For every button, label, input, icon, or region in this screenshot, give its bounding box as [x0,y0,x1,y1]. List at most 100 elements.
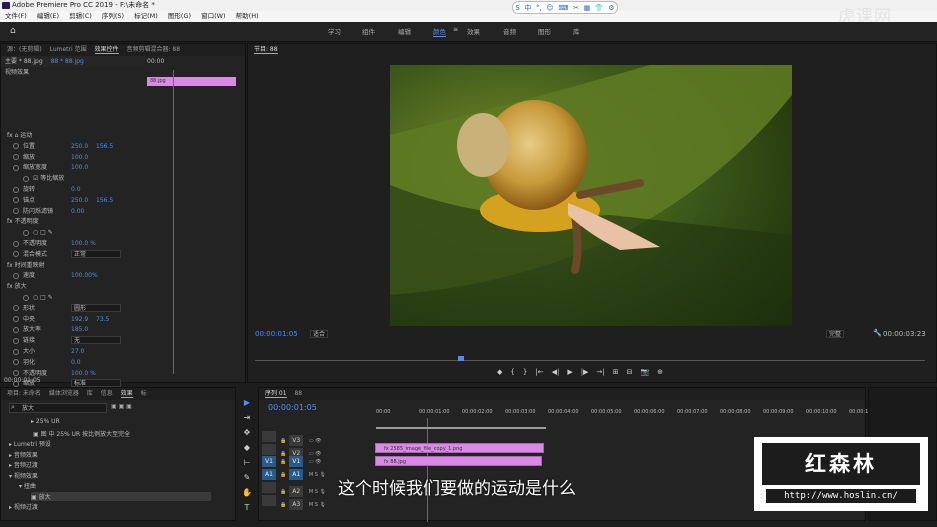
stopwatch-icon[interactable] [23,294,29,301]
effects-tree-item[interactable]: ▣ 放大 [31,491,211,501]
effect-row[interactable]: ☑ 等比缩放 [1,174,64,185]
effect-row[interactable]: 不透明度 100.0 % [1,239,96,250]
effect-row[interactable]: fx 时间重映射 [1,261,45,272]
lock-icon[interactable]: 🔒 [280,459,286,465]
master-source[interactable]: 主要 * 88.jpg [5,58,43,65]
stopwatch-icon[interactable] [13,154,19,161]
effect-value-2[interactable]: 156.5 [96,142,113,153]
track-name[interactable]: V1 [289,456,304,468]
effect-value-1[interactable]: 250.0 [71,142,88,153]
ime-scissors-icon[interactable]: ✂ [573,4,579,12]
effect-value-1[interactable]: 192.9 [71,315,88,326]
tab-effect-controls[interactable]: 效果控件 [94,46,119,54]
workspace-tab-assembly[interactable]: 组件 [362,26,375,36]
menu-window[interactable]: 窗口(W) [201,11,226,22]
effect-value-1[interactable]: 0.0 [71,358,81,369]
effect-row[interactable]: 缩放宽度 100.0 [1,163,88,174]
effect-value-1[interactable]: 250.0 [71,196,88,207]
play-icon[interactable]: ▶ [567,368,572,380]
ime-lang-toggle[interactable]: 中 [524,3,531,13]
effect-row[interactable]: 缩放 100.0 [1,153,88,164]
effect-value-1[interactable]: 27.0 [71,347,84,358]
tab-media-browser[interactable]: 媒体浏览器 [49,390,79,397]
effect-value-1[interactable]: 100.00% [71,271,98,282]
tab-libraries[interactable]: 库 [87,390,93,397]
tab-info[interactable]: 信息 [101,390,113,397]
ime-keyboard-icon[interactable]: ⌨ [558,4,568,12]
ec-timecode[interactable]: 00:00:01:05 [4,377,41,384]
effect-value-1[interactable]: 0.0 [71,185,81,196]
effect-row[interactable]: ○ □ ✎ [1,228,53,239]
ime-punct-icon[interactable]: °, [536,4,542,12]
effects-tree-item[interactable]: ▣ 图 中 25% UR 按比例放大至完全 [33,429,130,438]
wrench-icon[interactable]: 🔧 [873,329,882,337]
track-source-patch[interactable] [262,431,276,442]
ec-playhead[interactable] [173,70,174,374]
add-marker-icon[interactable]: ◆ [497,368,502,380]
type-tool-icon[interactable]: T [242,503,252,513]
tab-audio-mixer[interactable]: 音频剪辑混合器: 88 [126,46,180,53]
stopwatch-icon[interactable] [13,251,19,258]
track-name[interactable]: A1 [289,469,304,481]
track-source-patch[interactable] [262,443,276,455]
stopwatch-icon[interactable] [13,272,19,279]
tab-project[interactable]: 项目: 未命名 [7,390,41,397]
pen-tool-icon[interactable]: ✎ [242,473,252,483]
effects-search-input[interactable]: 放大 [9,403,107,413]
lift-icon[interactable]: ⊞ [613,368,619,380]
program-playhead[interactable] [458,356,464,361]
stopwatch-icon[interactable] [13,326,19,333]
effect-value-1[interactable]: 185.0 [71,325,88,336]
ec-clip-bar[interactable]: 88.jpg [147,77,236,86]
effect-value-1[interactable]: 100.0 % [71,369,96,380]
go-to-out-icon[interactable]: →| [596,368,604,380]
tab-sequence-88[interactable]: 88 [294,390,302,397]
ime-emoji-icon[interactable]: ☺ [546,4,553,12]
mark-in-icon[interactable]: { [510,368,514,380]
stopwatch-icon[interactable] [13,370,19,377]
effects-tree-item[interactable]: ▾ 视频效果 [9,471,38,480]
lock-icon[interactable]: 🔒 [280,472,286,478]
workspace-tab-color[interactable]: 颜色 [433,26,446,37]
effect-value-1[interactable]: 圆形 [71,303,121,312]
effect-row[interactable]: 混合模式 正常 [1,249,121,261]
track-source-patch[interactable] [262,494,276,506]
tab-sequence-01[interactable]: 序列 01 [265,390,287,398]
effects-filter-icons[interactable]: ▣ ▣ ▣ [111,403,132,410]
mute-solo-icon[interactable]: M S 🎙 [307,502,326,508]
slip-tool-icon[interactable]: ⊢ [242,458,252,468]
menu-help[interactable]: 帮助(H) [236,11,259,22]
stopwatch-icon[interactable] [13,337,19,344]
track-source-patch[interactable]: V1 [262,456,276,468]
razor-tool-icon[interactable]: ◆ [242,443,252,453]
stopwatch-icon[interactable] [13,208,19,215]
effect-row[interactable]: ○ □ ✎ [1,293,53,304]
tab-program[interactable]: 节目: 88 [254,46,278,54]
stopwatch-icon[interactable] [23,229,29,236]
stopwatch-icon[interactable] [13,186,19,193]
export-frame-icon[interactable]: 📷 [640,368,649,380]
effect-row[interactable]: fx 放大 [1,282,27,293]
mark-out-icon[interactable]: } [523,368,527,380]
menu-graphics[interactable]: 图形(G) [168,11,191,22]
menu-edit[interactable]: 编辑(E) [37,11,59,22]
effect-row[interactable]: 大小 27.0 [1,347,84,358]
home-icon[interactable]: ⌂ [10,26,16,36]
workspace-tab-editing[interactable]: 编辑 [398,26,411,36]
effect-value-1[interactable]: 100.0 [71,153,88,164]
program-timecode[interactable]: 00:00:01:05 [255,330,298,338]
fit-dropdown[interactable]: 适合 [310,330,329,338]
stopwatch-icon[interactable] [13,143,19,150]
timeline-timecode[interactable]: 00:00:01:05 [268,403,317,412]
workspace-tab-audio[interactable]: 音频 [503,26,516,36]
track-source-patch[interactable]: A1 [262,469,276,481]
effect-value-1[interactable]: 正常 [71,249,121,258]
menu-sequence[interactable]: 序列(S) [102,11,124,22]
tab-source[interactable]: 源：(无剪辑) [7,46,42,53]
effect-row[interactable]: 链接 无 [1,336,121,347]
track-source-patch[interactable] [262,481,276,493]
stopwatch-icon[interactable] [13,197,19,204]
stopwatch-icon[interactable] [13,359,19,366]
hand-tool-icon[interactable]: ✋ [242,488,252,498]
program-scrubber[interactable] [255,356,925,362]
